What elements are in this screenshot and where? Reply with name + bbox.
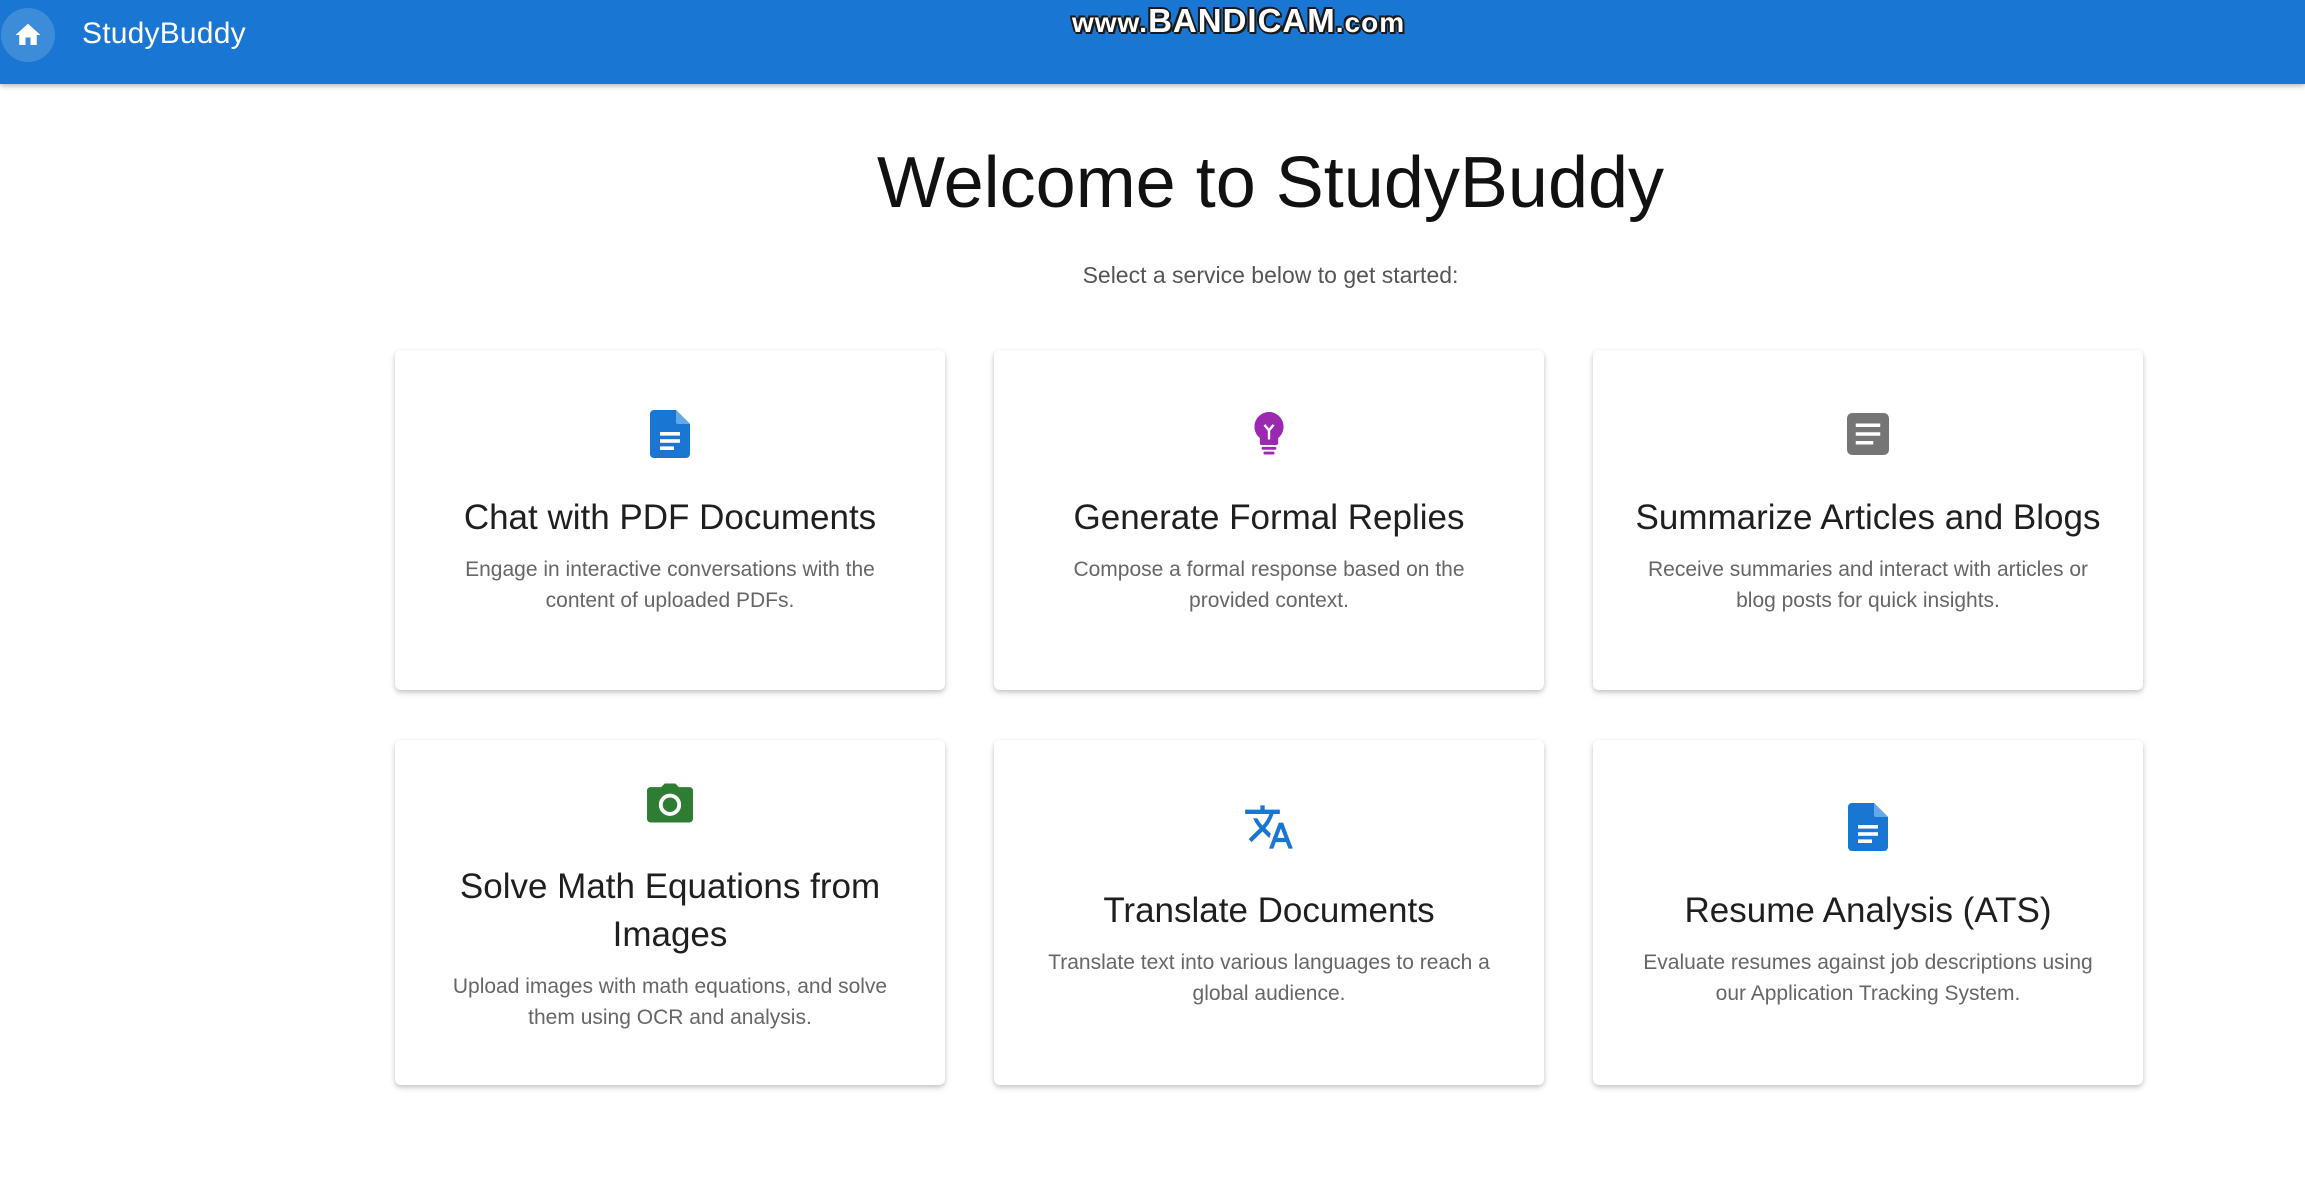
card-title: Summarize Articles and Blogs: [1635, 498, 2101, 537]
article-icon: [1842, 408, 1894, 460]
app-title[interactable]: StudyBuddy: [82, 17, 246, 51]
page-title: Welcome to StudyBuddy: [876, 143, 1665, 223]
watermark-prefix: www.: [1072, 7, 1149, 38]
lightbulb-icon: [1243, 408, 1295, 460]
service-card-resume[interactable]: Resume Analysis (ATS) Evaluate resumes a…: [1593, 740, 2143, 1085]
service-card-chat-pdf[interactable]: Chat with PDF Documents Engage in intera…: [395, 350, 945, 690]
card-description: Upload images with math equations, and s…: [452, 974, 888, 1029]
card-description: Evaluate resumes against job description…: [1643, 950, 2093, 1005]
card-description: Engage in interactive conversations with…: [465, 558, 875, 612]
card-title: Resume Analysis (ATS): [1684, 890, 2052, 930]
service-card-math[interactable]: Solve Math Equations from Images Upload …: [395, 740, 945, 1085]
service-card-formal-replies[interactable]: Generate Formal Replies Compose a formal…: [994, 350, 1544, 690]
card-title: Solve Math Equations from Images: [459, 866, 881, 954]
camera-icon: [644, 777, 696, 829]
card-title: Chat with PDF Documents: [463, 498, 877, 537]
document-icon: [1842, 801, 1894, 853]
home-button[interactable]: [1, 8, 55, 62]
card-description: Receive summaries and interact with arti…: [1648, 558, 2088, 612]
card-description: Translate text into various languages to…: [1048, 950, 1490, 1005]
document-icon: [644, 408, 696, 460]
app-bar: StudyBuddy www.BANDICAM.com: [0, 0, 2305, 84]
recording-watermark: www.BANDICAM.com: [1072, 2, 1405, 40]
translate-icon: [1243, 801, 1295, 853]
card-description: Compose a formal response based on the p…: [1073, 558, 1465, 612]
home-icon: [15, 23, 41, 45]
service-card-summarize[interactable]: Summarize Articles and Blogs Receive sum…: [1593, 350, 2143, 690]
watermark-brand: BANDICAM: [1148, 2, 1336, 39]
card-title: Translate Documents: [1103, 890, 1435, 930]
service-card-translate[interactable]: Translate Documents Translate text into …: [994, 740, 1544, 1085]
page-subtitle: Select a service below to get started:: [1082, 262, 1459, 288]
card-title: Generate Formal Replies: [1073, 498, 1465, 537]
watermark-suffix: .com: [1335, 7, 1406, 38]
